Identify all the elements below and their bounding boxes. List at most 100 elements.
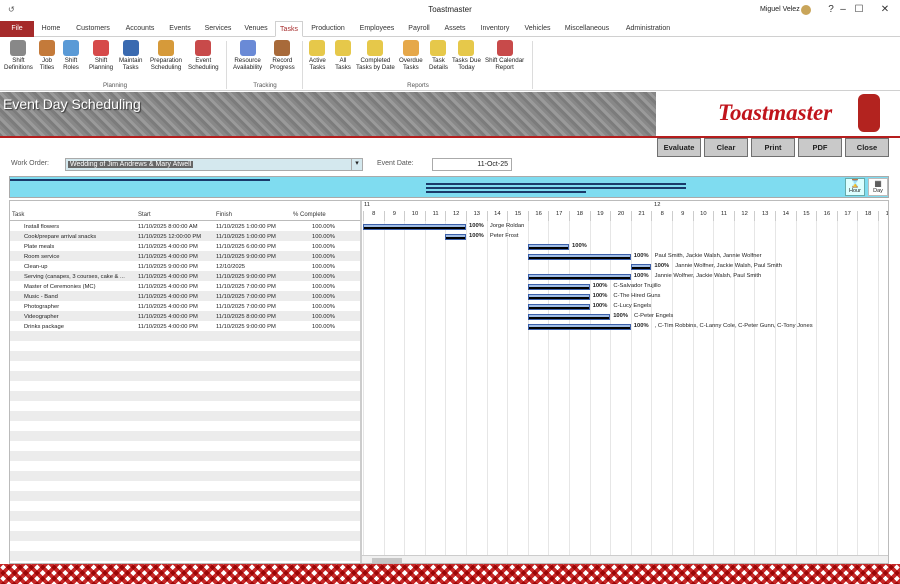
table-row[interactable]: Plate meals 11/10/2025 4:00:00 PM 11/10/20… — [10, 242, 360, 252]
tab-file[interactable]: File — [0, 21, 34, 37]
shift-calendar-report-button[interactable]: Shift Calendar Report — [485, 40, 524, 71]
evaluate-button[interactable]: Evaluate — [657, 138, 701, 157]
col-complete[interactable]: % Complete — [293, 212, 326, 218]
task-bar[interactable] — [630, 264, 652, 270]
active-tasks-button[interactable]: Active Tasks — [309, 40, 326, 71]
bar-label: 100% Jorge Roldan — [469, 223, 524, 229]
task-bar[interactable] — [527, 294, 590, 300]
user-name: Miguel Velez — [760, 6, 800, 13]
table-row[interactable]: Photographer 11/10/2025 4:00:00 PM 11/10/2… — [10, 302, 360, 312]
table-row[interactable]: Clean-up 11/10/2025 9:00:00 PM 12/10/2025 1… — [10, 262, 360, 272]
event-date-field[interactable]: 11-Oct-25 — [432, 158, 512, 171]
cell-task: Serving (canapes, 3 courses, cake & ... — [24, 274, 125, 280]
task-details-button[interactable]: Task Details — [429, 40, 448, 71]
print-button[interactable]: Print — [751, 138, 795, 157]
cell-task: Room service — [24, 254, 60, 260]
zoom-day-button[interactable]: ▦ Day — [868, 178, 888, 196]
clear-button[interactable]: Clear — [704, 138, 748, 157]
table-row[interactable]: Drinks package 11/10/2025 4:00:00 PM 11/10… — [10, 322, 360, 332]
overview-bar — [426, 183, 686, 185]
task-bar[interactable] — [527, 314, 611, 320]
task-bar[interactable] — [527, 324, 631, 330]
bar-label: 100% — [572, 243, 587, 249]
job-titles-button[interactable]: Job Titles — [39, 40, 55, 71]
bar-percent: 100% — [654, 263, 670, 269]
cell-pct: 100.00% — [312, 234, 335, 240]
task-bar[interactable] — [527, 254, 631, 260]
tab-production[interactable]: Production — [308, 21, 348, 37]
tab-services[interactable]: Services — [201, 21, 235, 37]
table-row[interactable]: Install flowers 11/10/2025 8:00:00 AM 11/1… — [10, 222, 360, 232]
close-window-icon[interactable]: ✕ — [872, 2, 898, 18]
shift-planning-button[interactable]: Shift Planning — [89, 40, 113, 71]
task-bar[interactable] — [527, 284, 590, 290]
record-progress-button[interactable]: Record Progress — [270, 40, 295, 71]
tab-events[interactable]: Events — [165, 21, 195, 37]
event-scheduling-icon — [195, 40, 212, 56]
tab-accounts[interactable]: Accounts — [121, 21, 159, 37]
shift-roles-icon — [63, 40, 79, 56]
completed-tasks-button[interactable]: Completed Tasks by Date — [356, 40, 395, 71]
table-row[interactable]: Videographer 11/10/2025 4:00:00 PM 11/10/2… — [10, 312, 360, 322]
work-order-select[interactable]: Wedding of Jim Andrews & Mary Atwell ▾ — [65, 158, 363, 171]
shift-roles-button[interactable]: Shift Roles — [63, 40, 79, 71]
cell-pct: 100.00% — [312, 224, 335, 230]
hour-label: 15 — [507, 211, 528, 221]
tab-home[interactable]: Home — [36, 21, 66, 37]
close-button[interactable]: Close — [845, 138, 889, 157]
col-finish[interactable]: Finish — [216, 212, 232, 218]
event-scheduling-button[interactable]: Event Scheduling — [188, 40, 219, 71]
task-bar[interactable] — [445, 234, 466, 240]
gridline — [548, 221, 550, 555]
gridline — [363, 221, 364, 555]
hour-label: 11 — [424, 211, 446, 221]
tab-inventory[interactable]: Inventory — [476, 21, 514, 37]
overview-bar — [426, 191, 586, 193]
tab-assets[interactable]: Assets — [440, 21, 470, 37]
hour-label: 18 — [857, 211, 878, 221]
shift-definitions-icon — [10, 40, 27, 56]
tab-tasks[interactable]: Tasks — [275, 21, 303, 37]
zoom-hour-button[interactable]: ⌛ Hour — [845, 178, 865, 196]
cell-start: 11/10/2025 4:00:00 PM — [138, 274, 198, 280]
avatar — [801, 5, 811, 15]
hour-label: 12 — [733, 211, 755, 221]
task-bar[interactable] — [527, 244, 569, 250]
cell-finish: 11/10/2025 6:00:00 PM — [216, 244, 276, 250]
horizontal-scrollbar[interactable] — [362, 555, 888, 563]
gridline — [857, 221, 859, 555]
progress-line — [631, 267, 651, 269]
all-tasks-button[interactable]: All Tasks — [335, 40, 351, 71]
hour-label: 18 — [569, 211, 590, 221]
preparation-scheduling-button[interactable]: Preparation Scheduling — [150, 40, 182, 71]
table-row[interactable]: Serving (canapes, 3 courses, cake & ... 1… — [10, 272, 360, 282]
shift-definitions-button[interactable]: Shift Definitions — [4, 40, 33, 71]
col-task[interactable]: Task — [12, 212, 24, 218]
table-row[interactable]: Master of Ceremonies (MC) 11/10/2025 4:00… — [10, 282, 360, 292]
tab-vehicles[interactable]: Vehicles — [520, 21, 555, 37]
bar-percent: 100% — [469, 223, 484, 229]
resource-availability-button[interactable]: Resource Availability — [233, 40, 262, 71]
table-row[interactable]: Music - Band 11/10/2025 4:00:00 PM 11/10/2… — [10, 292, 360, 302]
table-row[interactable]: Cook/prepare arrival snacks 11/10/2025 12… — [10, 232, 360, 242]
maintain-tasks-button[interactable]: Maintain Tasks — [119, 40, 142, 71]
col-start[interactable]: Start — [138, 212, 151, 218]
chevron-down-icon[interactable]: ▾ — [351, 159, 362, 170]
table-row[interactable]: Room service 11/10/2025 4:00:00 PM 11/10/2… — [10, 252, 360, 262]
cell-task: Cook/prepare arrival snacks — [24, 234, 97, 240]
tab-employees[interactable]: Employees — [356, 21, 398, 37]
tab-miscellaneous[interactable]: Miscellaneous — [561, 21, 613, 37]
tab-payroll[interactable]: Payroll — [404, 21, 434, 37]
overdue-tasks-button[interactable]: Overdue Tasks — [399, 40, 423, 71]
task-bar[interactable] — [527, 274, 631, 280]
tab-administration[interactable]: Administration — [619, 21, 677, 37]
tasks-due-today-button[interactable]: Tasks Due Today — [452, 40, 481, 71]
resource-names: Jannie Wolfner, Jackie Walsh, Paul Smith — [675, 263, 782, 269]
maximize-icon[interactable]: ☐ — [846, 2, 872, 18]
tab-customers[interactable]: Customers — [72, 21, 114, 37]
task-bar[interactable] — [363, 224, 466, 230]
pdf-button[interactable]: PDF — [798, 138, 842, 157]
tab-venues[interactable]: Venues — [240, 21, 272, 37]
timeline-overview[interactable] — [9, 176, 889, 198]
task-bar[interactable] — [527, 304, 590, 310]
